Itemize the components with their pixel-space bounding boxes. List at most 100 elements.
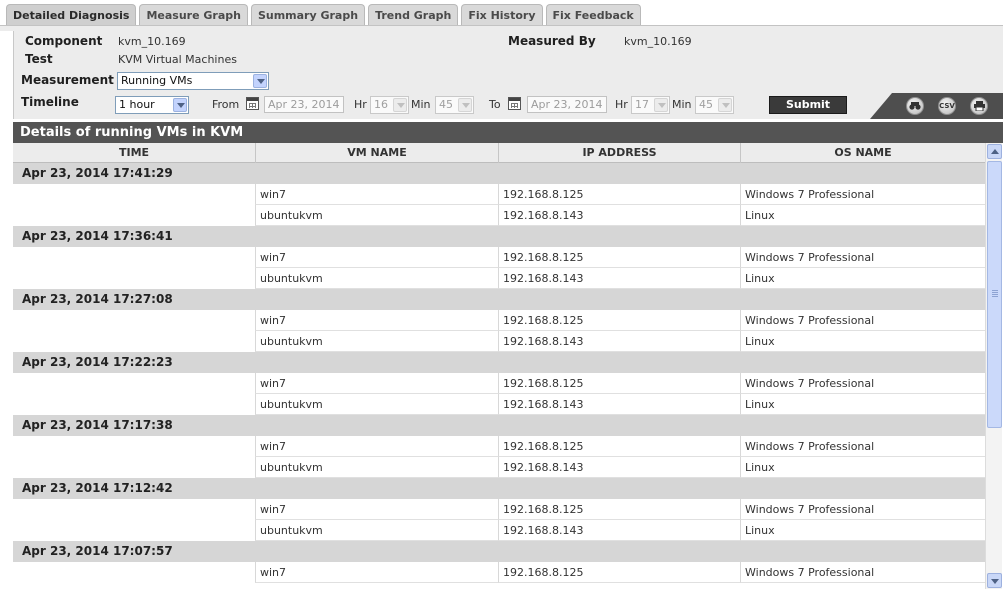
os-name-cell: Windows 7 Professional xyxy=(740,499,985,520)
table-body: Apr 23, 2014 17:41:29 win7 192.168.8.125 Wi… xyxy=(13,163,985,583)
ip-address-cell: 192.168.8.125 xyxy=(498,310,740,331)
time-cell-empty xyxy=(13,310,255,331)
time-cell-empty xyxy=(13,499,255,520)
to-hr-label: Hr xyxy=(615,98,628,111)
vm-name-cell: win7 xyxy=(255,436,498,457)
ip-address-cell: 192.168.8.125 xyxy=(498,562,740,583)
os-name-cell: Linux xyxy=(740,520,985,541)
tab-measure-graph[interactable]: Measure Graph xyxy=(139,4,248,25)
tab-fix-feedback[interactable]: Fix Feedback xyxy=(545,4,641,25)
calendar-icon[interactable] xyxy=(246,97,259,110)
vm-name-cell: win7 xyxy=(255,310,498,331)
table-row[interactable]: win7 192.168.8.125 Windows 7 Professional xyxy=(13,562,985,583)
measurement-select-value: Running VMs xyxy=(121,74,193,87)
from-hr-label: Hr xyxy=(354,98,367,111)
tab-trend-graph[interactable]: Trend Graph xyxy=(368,4,459,25)
from-label: From xyxy=(212,98,240,111)
group-time-row: Apr 23, 2014 17:22:23 xyxy=(13,352,985,373)
scrollbar-thumb[interactable] xyxy=(987,161,1002,428)
measurement-select[interactable]: Running VMs xyxy=(117,72,269,90)
tab-summary-graph[interactable]: Summary Graph xyxy=(250,4,366,25)
ip-address-cell: 192.168.8.143 xyxy=(498,205,740,226)
from-date-input[interactable]: Apr 23, 2014 xyxy=(264,96,344,113)
table-row[interactable]: win7 192.168.8.125 Windows 7 Professional xyxy=(13,499,985,520)
timeline-select[interactable]: 1 hour xyxy=(115,96,189,114)
ip-address-cell: 192.168.8.125 xyxy=(498,436,740,457)
os-name-cell: Linux xyxy=(740,457,985,478)
chevron-down-icon xyxy=(173,98,187,112)
vm-name-cell: ubuntukvm xyxy=(255,205,498,226)
vm-name-cell: win7 xyxy=(255,562,498,583)
ip-address-cell: 192.168.8.143 xyxy=(498,331,740,352)
vm-name-cell: win7 xyxy=(255,499,498,520)
csv-icon[interactable]: CSV xyxy=(938,97,956,115)
time-cell-empty xyxy=(13,520,255,541)
print-icon[interactable] xyxy=(970,97,988,115)
ip-address-cell: 192.168.8.143 xyxy=(498,520,740,541)
measured-by-label: Measured By xyxy=(508,34,596,48)
chevron-down-icon xyxy=(718,98,732,112)
test-value: KVM Virtual Machines xyxy=(118,53,237,66)
column-header-ip-address[interactable]: IP ADDRESS xyxy=(498,143,740,163)
binoculars-icon-glyph xyxy=(909,102,921,110)
ip-address-cell: 192.168.8.143 xyxy=(498,457,740,478)
group-time-row: Apr 23, 2014 17:36:41 xyxy=(13,226,985,247)
vm-name-cell: ubuntukvm xyxy=(255,331,498,352)
os-name-cell: Windows 7 Professional xyxy=(740,436,985,457)
table-row[interactable]: ubuntukvm 192.168.8.143 Linux xyxy=(13,520,985,541)
tab-bar: Detailed Diagnosis Measure Graph Summary… xyxy=(6,4,644,26)
from-hour-select[interactable]: 16 xyxy=(370,96,409,114)
table-row[interactable]: win7 192.168.8.125 Windows 7 Professional xyxy=(13,436,985,457)
binoculars-icon[interactable] xyxy=(906,97,924,115)
column-header-os-name[interactable]: OS NAME xyxy=(740,143,985,163)
group-time-row: Apr 23, 2014 17:17:38 xyxy=(13,415,985,436)
to-minute-select[interactable]: 45 xyxy=(695,96,734,114)
time-cell-empty xyxy=(13,205,255,226)
measurement-label: Measurement xyxy=(21,73,114,87)
from-min-label: Min xyxy=(411,98,431,111)
submit-button[interactable]: Submit xyxy=(769,96,847,114)
time-cell-empty xyxy=(13,457,255,478)
ip-address-cell: 192.168.8.125 xyxy=(498,373,740,394)
table-row[interactable]: ubuntukvm 192.168.8.143 Linux xyxy=(13,268,985,289)
calendar-icon[interactable] xyxy=(508,97,521,110)
to-date-input[interactable]: Apr 23, 2014 xyxy=(527,96,607,113)
group-time-row: Apr 23, 2014 17:27:08 xyxy=(13,289,985,310)
table-row[interactable]: ubuntukvm 192.168.8.143 Linux xyxy=(13,457,985,478)
section-title: Details of running VMs in KVM xyxy=(13,122,1003,143)
time-cell-empty xyxy=(13,373,255,394)
table-row[interactable]: ubuntukvm 192.168.8.143 Linux xyxy=(13,331,985,352)
chevron-down-icon xyxy=(654,98,668,112)
from-hour-value: 16 xyxy=(374,98,388,111)
to-hour-select[interactable]: 17 xyxy=(631,96,670,114)
table-row[interactable]: win7 192.168.8.125 Windows 7 Professional xyxy=(13,310,985,331)
time-cell-empty xyxy=(13,268,255,289)
vertical-scrollbar[interactable] xyxy=(985,143,1002,589)
os-name-cell: Linux xyxy=(740,268,985,289)
details-table: TIME VM NAME IP ADDRESS OS NAME Apr 23, … xyxy=(13,143,985,589)
ip-address-cell: 192.168.8.125 xyxy=(498,499,740,520)
table-row[interactable]: ubuntukvm 192.168.8.143 Linux xyxy=(13,205,985,226)
from-minute-value: 45 xyxy=(439,98,453,111)
table-row[interactable]: win7 192.168.8.125 Windows 7 Professional xyxy=(13,247,985,268)
os-name-cell: Linux xyxy=(740,205,985,226)
table-row[interactable]: win7 192.168.8.125 Windows 7 Professional xyxy=(13,184,985,205)
timeline-select-value: 1 hour xyxy=(119,98,155,111)
scroll-up-icon[interactable] xyxy=(987,144,1002,159)
measured-by-value: kvm_10.169 xyxy=(624,35,692,48)
test-label: Test xyxy=(25,52,53,66)
os-name-cell: Windows 7 Professional xyxy=(740,373,985,394)
time-cell-empty xyxy=(13,184,255,205)
vm-name-cell: ubuntukvm xyxy=(255,268,498,289)
table-row[interactable]: ubuntukvm 192.168.8.143 Linux xyxy=(13,394,985,415)
chevron-down-icon xyxy=(393,98,407,112)
column-header-vm-name[interactable]: VM NAME xyxy=(255,143,498,163)
table-row[interactable]: win7 192.168.8.125 Windows 7 Professional xyxy=(13,373,985,394)
tab-detailed-diagnosis[interactable]: Detailed Diagnosis xyxy=(6,4,137,25)
scroll-down-icon[interactable] xyxy=(987,573,1002,588)
tab-fix-history[interactable]: Fix History xyxy=(461,4,543,25)
ip-address-cell: 192.168.8.143 xyxy=(498,394,740,415)
column-header-time[interactable]: TIME xyxy=(13,143,255,163)
vm-name-cell: win7 xyxy=(255,184,498,205)
from-minute-select[interactable]: 45 xyxy=(435,96,474,114)
